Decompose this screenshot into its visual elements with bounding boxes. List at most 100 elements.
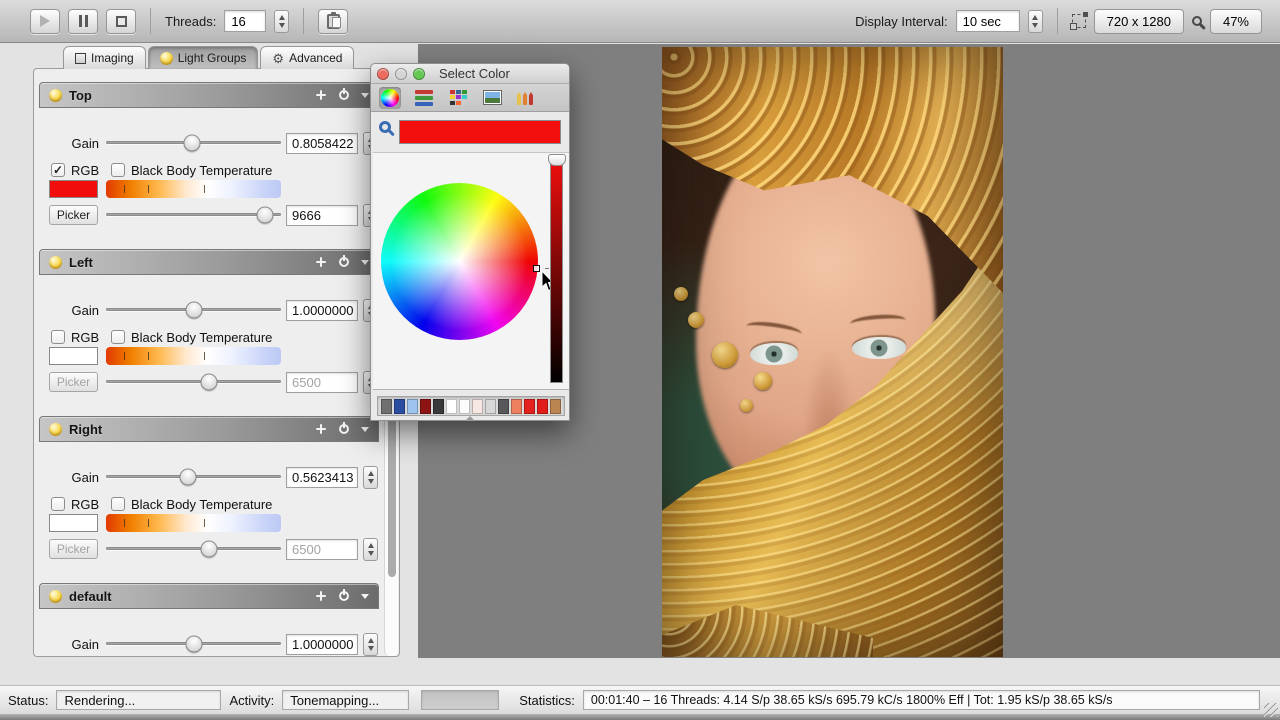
palette-color-swatch[interactable] <box>381 399 392 414</box>
wheel-selection-marker[interactable] <box>533 265 540 272</box>
picker-value-field[interactable]: 6500 <box>286 539 358 560</box>
light-color-swatch[interactable] <box>49 347 98 365</box>
color-wheel-mode-button[interactable] <box>379 87 401 109</box>
palette-color-swatch[interactable] <box>420 399 431 414</box>
gain-slider[interactable] <box>106 466 281 488</box>
rgb-checkbox[interactable] <box>51 497 65 511</box>
zoom-display[interactable]: 47% <box>1210 9 1262 34</box>
gain-slider[interactable] <box>106 299 281 321</box>
image-palettes-mode-button[interactable] <box>481 87 503 109</box>
picker-slider-thumb[interactable] <box>201 374 218 391</box>
add-icon[interactable] <box>315 423 327 435</box>
palette-color-swatch[interactable] <box>524 399 535 414</box>
power-icon[interactable] <box>339 257 349 267</box>
black-body-checkbox[interactable] <box>111 163 125 177</box>
tab-imaging[interactable]: Imaging <box>63 46 146 69</box>
play-button[interactable] <box>30 9 60 34</box>
add-icon[interactable] <box>315 590 327 602</box>
palette-color-swatch[interactable] <box>472 399 483 414</box>
minimize-button[interactable] <box>395 68 407 80</box>
gain-stepper[interactable] <box>363 633 378 656</box>
picker-slider[interactable] <box>106 371 281 393</box>
chevron-down-icon[interactable] <box>361 93 369 98</box>
palette-color-swatch[interactable] <box>485 399 496 414</box>
light-color-swatch[interactable] <box>49 514 98 532</box>
status-bar: Status: Rendering... Activity: Tonemappi… <box>0 685 1280 714</box>
color-magnifier-icon[interactable] <box>379 121 391 133</box>
picker-slider[interactable] <box>106 538 281 560</box>
gain-value-field[interactable]: 0.8058422 <box>286 133 358 154</box>
chevron-down-icon[interactable] <box>361 594 369 599</box>
stop-button[interactable] <box>106 9 136 34</box>
picker-value-field[interactable]: 9666 <box>286 205 358 226</box>
gain-value-field[interactable]: 1.0000000 <box>286 300 358 321</box>
chevron-down-icon[interactable] <box>361 260 369 265</box>
color-sliders-mode-button[interactable] <box>413 87 435 109</box>
tab-advanced[interactable]: ⚙ Advanced <box>260 46 354 69</box>
gain-slider[interactable] <box>106 132 281 154</box>
picker-stepper[interactable] <box>363 538 378 561</box>
power-icon[interactable] <box>339 424 349 434</box>
gain-slider-thumb[interactable] <box>185 302 202 319</box>
zoom-magnifier-icon[interactable] <box>1192 16 1202 26</box>
palette-color-swatch[interactable] <box>446 399 457 414</box>
palette-color-swatch[interactable] <box>394 399 405 414</box>
picker-slider-thumb[interactable] <box>201 541 218 558</box>
light-group-header[interactable]: default <box>39 583 379 609</box>
gain-stepper[interactable] <box>363 466 378 489</box>
palette-color-swatch[interactable] <box>433 399 444 414</box>
color-wheel[interactable] <box>381 183 538 340</box>
threads-input[interactable]: 16 <box>224 10 266 32</box>
color-palettes-mode-button[interactable] <box>447 87 469 109</box>
resize-grip[interactable] <box>1264 703 1278 717</box>
gain-slider-thumb[interactable] <box>183 135 200 152</box>
picker-value-field[interactable]: 6500 <box>286 372 358 393</box>
picker-button[interactable]: Picker <box>49 205 98 225</box>
gain-value-field[interactable]: 1.0000000 <box>286 634 358 655</box>
black-body-checkbox[interactable] <box>111 497 125 511</box>
dialog-titlebar[interactable]: Select Color <box>371 64 569 84</box>
power-icon[interactable] <box>339 90 349 100</box>
crayons-mode-button[interactable] <box>515 87 537 109</box>
gain-slider-thumb[interactable] <box>180 469 197 486</box>
pause-button[interactable] <box>68 9 98 34</box>
palette-color-swatch[interactable] <box>498 399 509 414</box>
light-group-header[interactable]: Top <box>39 82 379 108</box>
toolbar-separator <box>1057 8 1058 34</box>
light-color-swatch[interactable] <box>49 180 98 198</box>
light-group-header[interactable]: Right <box>39 416 379 442</box>
tab-light-groups[interactable]: Light Groups <box>148 46 259 69</box>
swatch-drawer-handle[interactable] <box>465 416 475 421</box>
gain-slider[interactable] <box>106 633 281 655</box>
picker-slider[interactable] <box>106 204 281 226</box>
palette-color-swatch[interactable] <box>550 399 561 414</box>
display-interval-input[interactable]: 10 sec <box>956 10 1020 32</box>
gain-value-field[interactable]: 0.5623413 <box>286 467 358 488</box>
palette-color-swatch[interactable] <box>511 399 522 414</box>
picker-button[interactable]: Picker <box>49 539 98 559</box>
brightness-slider-thumb[interactable] <box>548 154 566 166</box>
black-body-checkbox[interactable] <box>111 330 125 344</box>
picker-slider-thumb[interactable] <box>257 207 274 224</box>
picker-button[interactable]: Picker <box>49 372 98 392</box>
brightness-slider[interactable] <box>550 155 563 383</box>
light-group-header[interactable]: Left <box>39 249 379 275</box>
threads-stepper[interactable] <box>274 10 289 33</box>
add-icon[interactable] <box>315 256 327 268</box>
palette-color-swatch[interactable] <box>459 399 470 414</box>
gear-icon: ⚙ <box>272 52 284 65</box>
maximize-button[interactable] <box>413 68 425 80</box>
close-button[interactable] <box>377 68 389 80</box>
palette-color-swatch[interactable] <box>537 399 548 414</box>
chevron-down-icon[interactable] <box>361 427 369 432</box>
rgb-checkbox[interactable] <box>51 330 65 344</box>
copy-button[interactable] <box>318 9 348 34</box>
rgb-checkbox[interactable]: ✓ <box>51 163 65 177</box>
add-icon[interactable] <box>315 89 327 101</box>
display-interval-stepper[interactable] <box>1028 10 1043 33</box>
gain-slider-thumb[interactable] <box>185 636 202 653</box>
imaging-icon <box>75 53 86 64</box>
palette-color-swatch[interactable] <box>407 399 418 414</box>
app-window: Threads: 16 Display Interval: 10 sec 720… <box>0 0 1280 720</box>
power-icon[interactable] <box>339 591 349 601</box>
